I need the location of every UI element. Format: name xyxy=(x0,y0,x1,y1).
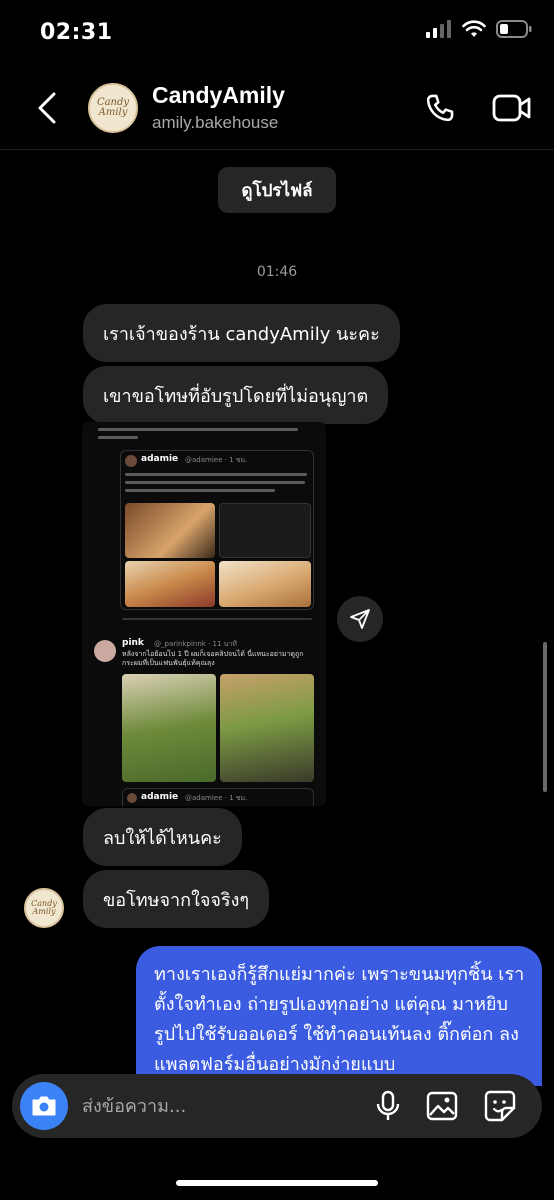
tweet-author: pink xyxy=(122,638,144,648)
image-icon xyxy=(426,1091,458,1121)
quoted-tweet: adamie @adamiee · 1 ชม. xyxy=(122,788,314,806)
tweet-actions-bar xyxy=(122,618,312,620)
tweet-card: adamie @adamiee · 1 ชม. xyxy=(120,450,314,610)
incoming-message[interactable]: เราเจ้าของร้าน candyAmily นะคะ xyxy=(83,304,400,362)
contact-username[interactable]: amily.bakehouse xyxy=(152,113,278,133)
camera-icon xyxy=(32,1096,56,1116)
gallery-button[interactable] xyxy=(424,1088,460,1124)
message-composer xyxy=(12,1074,542,1138)
sender-avatar[interactable]: Candy Amily xyxy=(24,888,64,928)
matcha-photo xyxy=(220,674,314,782)
tweet-author: adamie xyxy=(141,454,179,464)
signal-icon xyxy=(426,20,451,38)
avatar-logo-text: Candy Amily xyxy=(31,899,57,916)
sticker-icon xyxy=(484,1090,516,1122)
scrollbar[interactable] xyxy=(543,642,547,792)
microphone-button[interactable] xyxy=(370,1088,406,1124)
video-camera-icon xyxy=(492,94,531,122)
chat-header: Candy Amily CandyAmily amily.bakehouse xyxy=(0,68,554,150)
tweet-handle: @_parinkpinnk · 11 นาที xyxy=(154,640,237,648)
status-bar: 02:31 xyxy=(0,0,554,68)
text-line xyxy=(98,436,138,439)
tweet-handle: @adamiee · 1 ชม. xyxy=(185,794,248,802)
tweet-handle: @adamiee · 1 ชม. xyxy=(185,456,248,464)
video-call-button[interactable] xyxy=(490,88,534,128)
message-timestamp: 01:46 xyxy=(256,264,298,280)
text-line xyxy=(98,428,298,431)
pastry-photo xyxy=(125,503,215,558)
incoming-message[interactable]: ขอโทษจากใจจริงๆ xyxy=(83,870,270,928)
voice-call-button[interactable] xyxy=(420,88,460,128)
view-profile-button[interactable]: ดูโปรไฟล์ xyxy=(218,167,336,213)
incoming-message[interactable]: ลบให้ได้ไหนคะ xyxy=(83,808,242,866)
text-line xyxy=(125,481,305,484)
message-input[interactable] xyxy=(82,1074,352,1138)
back-button[interactable] xyxy=(30,88,64,128)
matcha-photo xyxy=(122,674,216,782)
sticker-button[interactable] xyxy=(482,1088,518,1124)
send-icon xyxy=(350,609,370,629)
camera-button[interactable] xyxy=(20,1082,68,1130)
text-line xyxy=(125,473,307,476)
chevron-left-icon xyxy=(38,92,56,124)
pastry-photo xyxy=(125,561,215,607)
pastry-photo xyxy=(219,561,311,607)
wifi-icon xyxy=(462,20,486,37)
share-button[interactable] xyxy=(337,596,383,642)
tweet-avatar xyxy=(127,793,137,803)
microphone-icon xyxy=(376,1090,400,1120)
text-line xyxy=(125,489,275,492)
tweet-avatar xyxy=(94,640,116,662)
avatar-logo-text: Candy Amily xyxy=(96,97,130,118)
status-time: 02:31 xyxy=(40,20,113,45)
tweet-avatar xyxy=(125,455,137,467)
avatar[interactable]: Candy Amily xyxy=(88,83,138,133)
tweet-author: adamie xyxy=(141,792,179,802)
home-indicator[interactable] xyxy=(176,1180,378,1186)
profile-screenshot xyxy=(219,503,311,558)
contact-name[interactable]: CandyAmily xyxy=(152,82,285,109)
phone-icon xyxy=(426,94,454,122)
battery-icon xyxy=(496,20,532,38)
tweet-text: หลังจากไอย้อนไป 1 ปี ผมก็เจอคลิปจนได้ นี… xyxy=(122,650,304,667)
shared-image[interactable]: adamie @adamiee · 1 ชม. pink @_parinkpin… xyxy=(82,422,326,806)
outgoing-message[interactable]: ทางเราเองก็รู้สึกแย่มากค่ะ เพราะขนมทุกชิ… xyxy=(136,946,542,1086)
status-icons xyxy=(426,20,532,38)
incoming-message[interactable]: เขาขอโทษที่อับรูปโดยที่ไม่อนุญาต xyxy=(83,366,389,424)
